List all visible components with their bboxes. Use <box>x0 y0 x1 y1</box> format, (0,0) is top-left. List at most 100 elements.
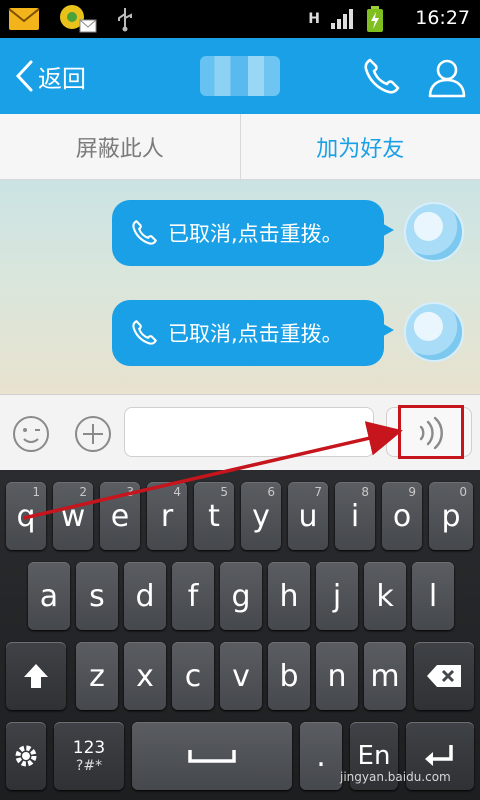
key-sub-label: 4 <box>173 485 181 499</box>
message-bubble[interactable]: 已取消,点击重拨。 <box>112 300 394 366</box>
enter-icon <box>425 745 453 766</box>
back-label: 返回 <box>38 64 86 93</box>
key-sub-label: 9 <box>408 485 416 499</box>
network-label: H <box>308 11 320 27</box>
key-sub-label: 3 <box>126 485 134 499</box>
key-m[interactable]: m <box>364 642 406 710</box>
key-label: . <box>316 738 326 774</box>
key-label: c <box>184 658 202 694</box>
key-a[interactable]: a <box>28 562 70 630</box>
block-user-button[interactable]: 屏蔽此人 <box>0 114 241 179</box>
key-label: o <box>392 498 412 534</box>
key-sub-label: 7 <box>314 485 322 499</box>
phone-icon <box>364 58 400 94</box>
battery-icon <box>367 6 383 32</box>
shift-arrow-icon <box>24 664 48 688</box>
key-b[interactable]: b <box>268 642 310 710</box>
key-label: p <box>441 498 461 534</box>
input-bar <box>0 394 480 470</box>
key-label: t <box>208 498 220 534</box>
emoji-icon <box>13 416 49 452</box>
key-sub-label: 1 <box>32 485 40 499</box>
key-sub-label: 2 <box>79 485 87 499</box>
title-bar: 返回 <box>0 38 480 114</box>
key-o[interactable]: 9o <box>382 482 422 550</box>
profile-button[interactable] <box>424 54 470 100</box>
key-label: q <box>16 498 36 534</box>
key-s[interactable]: s <box>76 562 118 630</box>
key-u[interactable]: 7u <box>288 482 328 550</box>
key-h[interactable]: h <box>268 562 310 630</box>
key-k[interactable]: k <box>364 562 406 630</box>
key-sub-label: 0 <box>459 485 467 499</box>
key-z[interactable]: z <box>76 642 118 710</box>
message-text: 已取消,点击重拨。 <box>168 322 343 346</box>
key-sub-label: 8 <box>361 485 369 499</box>
key-label: l <box>428 578 438 614</box>
key-label: k <box>376 578 394 614</box>
key-e[interactable]: 3e <box>100 482 140 550</box>
key-f[interactable]: f <box>172 562 214 630</box>
message-text: 已取消,点击重拨。 <box>168 222 343 246</box>
chat-area: 已取消,点击重拨。 已取消,点击重拨。 <box>0 180 480 394</box>
usb-icon <box>118 8 132 32</box>
avatar[interactable] <box>404 202 464 262</box>
key-t[interactable]: 5t <box>194 482 234 550</box>
key-label: u <box>298 498 318 534</box>
key-label: m <box>370 658 400 694</box>
key-d[interactable]: d <box>124 562 166 630</box>
emoji-button[interactable] <box>12 415 50 453</box>
key-label: f <box>187 578 199 614</box>
period-key[interactable]: . <box>300 722 342 790</box>
key-sub-label: 6 <box>267 485 275 499</box>
key-label: En <box>357 741 391 771</box>
key-label: r <box>160 498 174 534</box>
key-y[interactable]: 6y <box>241 482 281 550</box>
key-label: x <box>136 658 154 694</box>
key-n[interactable]: n <box>316 642 358 710</box>
key-label: i <box>350 498 360 534</box>
key-sub-label: 5 <box>220 485 228 499</box>
message-input[interactable] <box>124 407 374 457</box>
settings-key[interactable] <box>6 722 46 790</box>
key-label: s <box>89 578 105 614</box>
key-j[interactable]: j <box>316 562 358 630</box>
key-label: b <box>279 658 299 694</box>
person-icon <box>428 59 466 98</box>
key-r[interactable]: 4r <box>147 482 187 550</box>
more-button[interactable] <box>74 415 112 453</box>
key-label: g <box>231 578 251 614</box>
add-friend-button[interactable]: 加为好友 <box>241 114 480 179</box>
backspace-icon <box>427 665 461 687</box>
key-g[interactable]: g <box>220 562 262 630</box>
key-p[interactable]: 0p <box>429 482 473 550</box>
key-label: j <box>332 578 342 614</box>
gear-icon <box>15 745 37 767</box>
chevron-left-icon <box>15 60 33 92</box>
shift-key[interactable] <box>6 642 66 710</box>
key-q[interactable]: 1q <box>6 482 46 550</box>
key-l[interactable]: l <box>412 562 454 630</box>
message-bubble[interactable]: 已取消,点击重拨。 <box>112 200 394 266</box>
key-x[interactable]: x <box>124 642 166 710</box>
back-button[interactable]: 返回 <box>14 56 86 96</box>
key-i[interactable]: 8i <box>335 482 375 550</box>
space-key[interactable] <box>132 722 292 790</box>
key-v[interactable]: v <box>220 642 262 710</box>
voice-button[interactable] <box>386 407 472 457</box>
call-button[interactable] <box>358 54 404 100</box>
avatar[interactable] <box>404 302 464 362</box>
voice-icon <box>419 416 443 450</box>
backspace-key[interactable] <box>414 642 474 710</box>
symbols-key[interactable]: 123 ?#* <box>54 722 124 790</box>
action-bar: 屏蔽此人 加为好友 <box>0 114 480 180</box>
key-label: h <box>279 578 299 614</box>
clock: 16:27 <box>415 7 470 29</box>
key-label: e <box>110 498 130 534</box>
key-label: d <box>135 578 155 614</box>
plus-icon <box>75 416 111 452</box>
key-c[interactable]: c <box>172 642 214 710</box>
mail-icon <box>8 8 40 30</box>
key-label: y <box>252 498 270 534</box>
key-w[interactable]: 2w <box>53 482 93 550</box>
